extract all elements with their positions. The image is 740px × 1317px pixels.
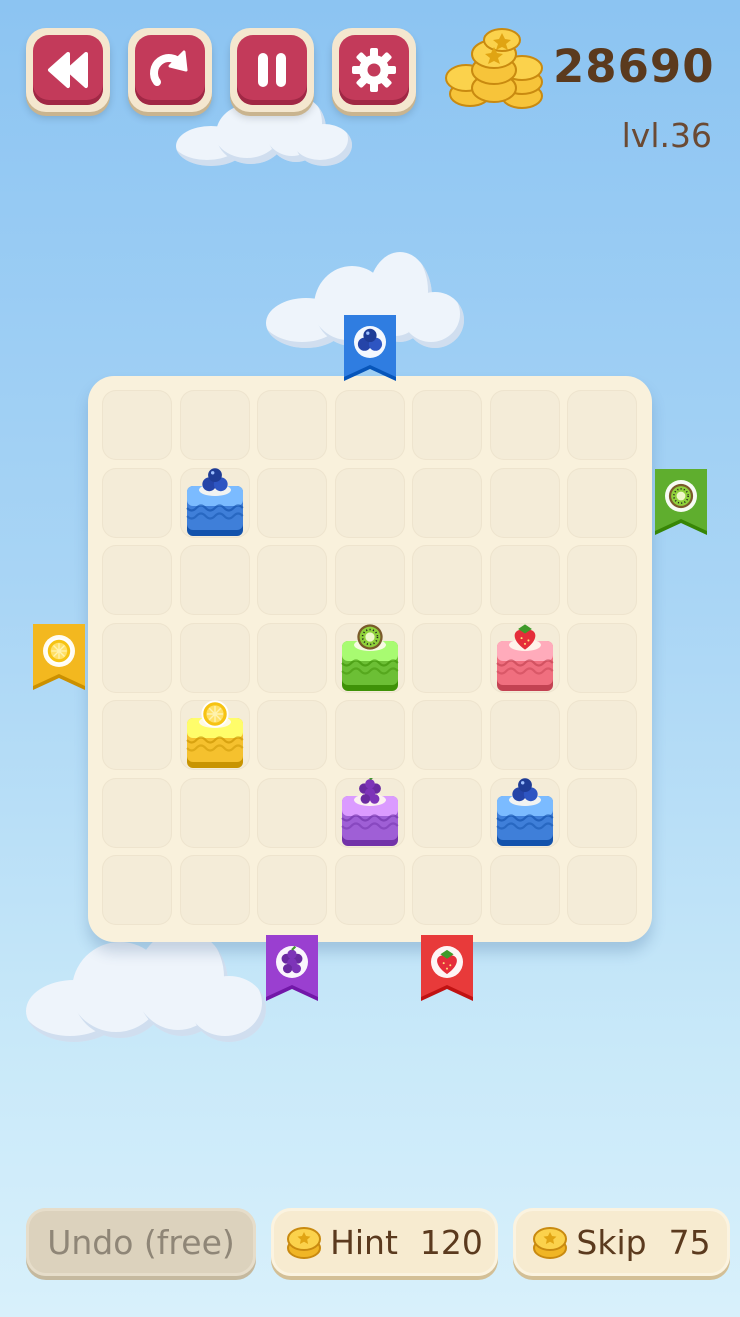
coin-icon — [533, 1227, 568, 1259]
strawberry-block[interactable] — [495, 623, 555, 693]
coins-icon — [445, 28, 543, 109]
restart-button[interactable] — [128, 28, 212, 112]
board-cell[interactable] — [567, 545, 637, 615]
board-cell[interactable] — [102, 777, 172, 848]
hint-button[interactable]: Hint 120 — [271, 1208, 498, 1276]
board-cell[interactable] — [567, 467, 637, 538]
board-cell[interactable] — [179, 622, 250, 693]
board-cell[interactable] — [102, 390, 172, 460]
rewind-icon — [48, 52, 88, 88]
board-cell[interactable] — [334, 390, 405, 460]
board-cell[interactable] — [179, 777, 250, 848]
board-cell[interactable] — [334, 855, 405, 925]
board-cell[interactable] — [257, 390, 327, 460]
board-cell[interactable] — [334, 545, 405, 615]
level-label: lvl.36 — [621, 116, 712, 155]
board-cell[interactable] — [489, 700, 560, 770]
cloud — [26, 930, 266, 1046]
board-cell[interactable] — [102, 467, 172, 538]
undo-label: Undo (free) — [47, 1222, 235, 1262]
board-cell[interactable] — [489, 545, 560, 615]
board-cell[interactable] — [412, 777, 482, 848]
gear-icon — [352, 48, 396, 92]
board-cell[interactable] — [334, 700, 405, 770]
board-cell[interactable] — [567, 390, 637, 460]
board-cell[interactable] — [567, 700, 637, 770]
board-cell[interactable] — [257, 855, 327, 925]
blueberry-block[interactable] — [495, 777, 555, 848]
skip-button[interactable]: Skip 75 — [513, 1208, 730, 1276]
board-cell[interactable] — [102, 700, 172, 770]
board-cell[interactable] — [179, 855, 250, 925]
kiwi-block[interactable] — [340, 623, 400, 693]
board-cell[interactable] — [489, 855, 560, 925]
board-cell[interactable] — [412, 855, 482, 925]
board-cell[interactable] — [567, 855, 637, 925]
blueberry-block[interactable] — [185, 467, 245, 538]
grape-block[interactable] — [340, 777, 400, 848]
board-cell[interactable] — [257, 700, 327, 770]
board-cell[interactable] — [412, 700, 482, 770]
grape-exit-flag — [266, 935, 318, 1001]
board-cell[interactable] — [257, 777, 327, 848]
skip-label: Skip — [576, 1222, 647, 1262]
game-board — [88, 376, 652, 942]
coin-icon — [287, 1227, 322, 1259]
board-cell[interactable] — [102, 855, 172, 925]
board-cell[interactable] — [179, 390, 250, 460]
board-cell[interactable] — [257, 467, 327, 538]
rewind-button[interactable] — [26, 28, 110, 112]
skip-cost: 75 — [668, 1222, 711, 1262]
board-cell[interactable] — [334, 467, 405, 538]
board-cell[interactable] — [412, 390, 482, 460]
board-cell[interactable] — [412, 622, 482, 693]
pause-icon — [258, 53, 286, 87]
board-cell[interactable] — [412, 467, 482, 538]
board-cell[interactable] — [489, 390, 560, 460]
pause-button[interactable] — [230, 28, 314, 112]
coin-count: 28690 — [553, 40, 715, 93]
hint-label: Hint — [330, 1222, 398, 1262]
hint-cost: 120 — [419, 1222, 483, 1262]
board-cell[interactable] — [412, 545, 482, 615]
board-cell[interactable] — [489, 467, 560, 538]
undo-button[interactable]: Undo (free) — [26, 1208, 256, 1276]
restart-icon — [150, 50, 188, 86]
blueberry-exit-flag — [343, 315, 396, 381]
strawberry-exit-flag — [421, 935, 473, 1001]
board-cell[interactable] — [257, 545, 327, 615]
lemon-exit-flag — [33, 623, 85, 690]
board-cell[interactable] — [102, 545, 172, 615]
board-cell[interactable] — [102, 622, 172, 693]
board-cell[interactable] — [567, 777, 637, 848]
board-cell[interactable] — [567, 622, 637, 693]
settings-button[interactable] — [332, 28, 416, 112]
lemon-block[interactable] — [185, 700, 245, 770]
kiwi-exit-flag — [655, 468, 707, 535]
board-cell[interactable] — [179, 545, 250, 615]
board-cell[interactable] — [257, 622, 327, 693]
